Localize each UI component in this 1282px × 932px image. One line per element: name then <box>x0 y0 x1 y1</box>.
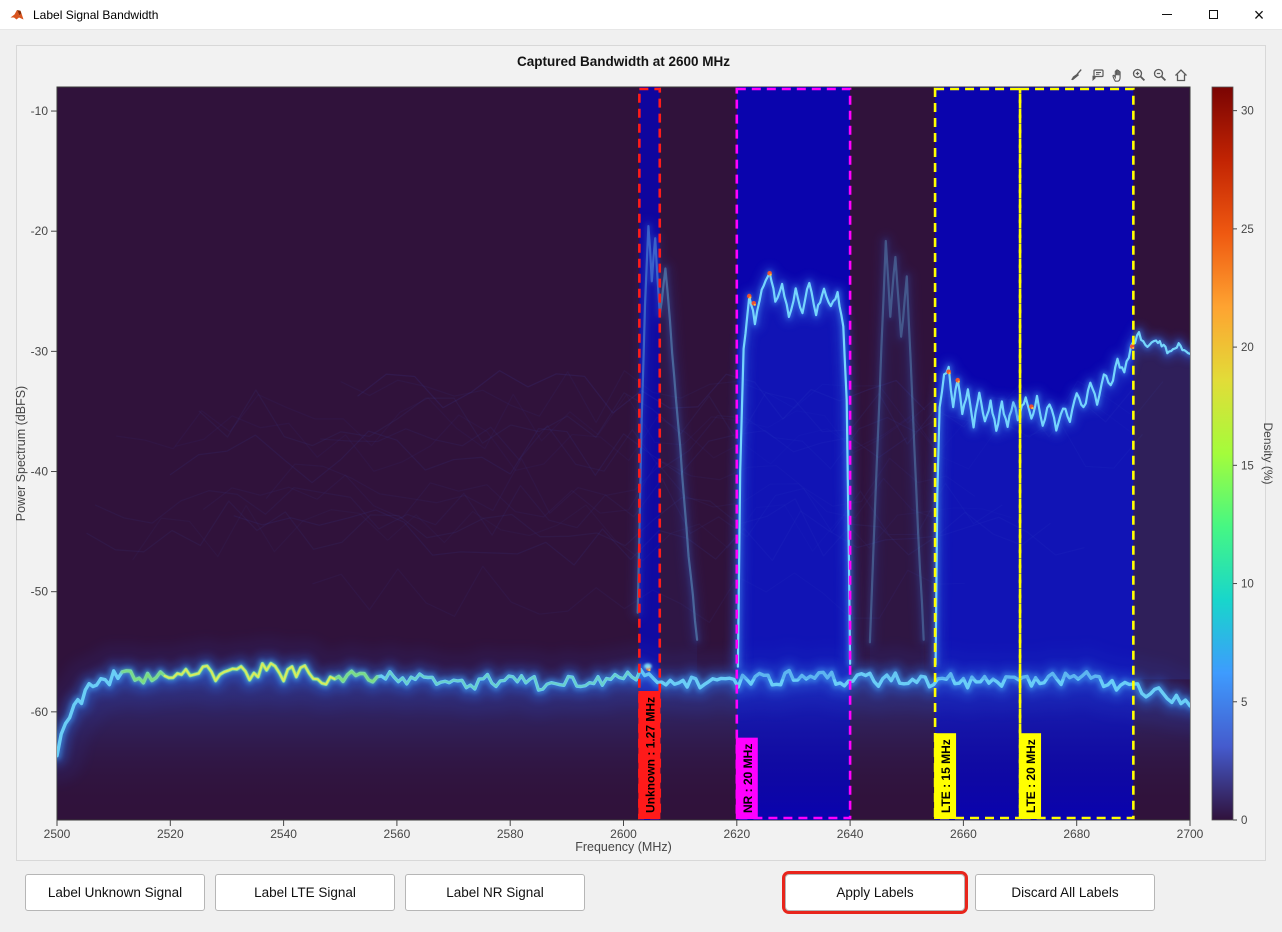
label-unknown-signal-button[interactable]: Label Unknown Signal <box>25 874 205 911</box>
close-button[interactable]: × <box>1236 0 1282 29</box>
label-lte-signal-button[interactable]: Label LTE Signal <box>215 874 395 911</box>
window-title: Label Signal Bandwidth <box>33 8 158 22</box>
home-icon[interactable] <box>1171 65 1191 84</box>
close-icon: × <box>1254 6 1265 24</box>
figure-panel <box>16 45 1266 861</box>
zoom-out-icon[interactable] <box>1150 65 1170 84</box>
pan-icon[interactable] <box>1108 65 1128 84</box>
brush-icon[interactable] <box>1066 65 1086 84</box>
label-nr-signal-button[interactable]: Label NR Signal <box>405 874 585 911</box>
zoom-in-icon[interactable] <box>1129 65 1149 84</box>
apply-labels-button[interactable]: Apply Labels <box>785 874 965 911</box>
matlab-icon <box>9 7 25 23</box>
window-titlebar: Label Signal Bandwidth × <box>0 0 1282 30</box>
maximize-icon <box>1209 10 1218 19</box>
maximize-button[interactable] <box>1190 0 1236 29</box>
minimize-button[interactable] <box>1144 0 1190 29</box>
discard-all-labels-button[interactable]: Discard All Labels <box>975 874 1155 911</box>
datatip-icon[interactable] <box>1087 65 1107 84</box>
minimize-icon <box>1162 14 1172 15</box>
axes-toolbar <box>1066 65 1191 84</box>
window-controls: × <box>1144 0 1282 29</box>
